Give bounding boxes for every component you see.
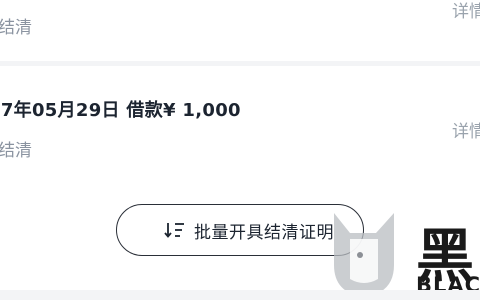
batch-button-label: 批量开具结清证明 (194, 222, 334, 243)
bottom-divider (0, 290, 480, 300)
list-sort-icon (164, 223, 184, 238)
batch-issue-certificate-button[interactable]: 批量开具结清证明 (116, 204, 364, 256)
cat-logo-icon (334, 213, 394, 297)
loan-record-card[interactable]: 结清 详情 (0, 0, 480, 62)
record-title: 17年05月29日 借款¥ 1,000 (0, 100, 241, 121)
record-status: 结清 (0, 18, 32, 38)
watermark-logo: 黑 BLACK (328, 205, 480, 300)
record-detail-link[interactable]: 详情 (452, 0, 480, 22)
loan-records-screen: 结清 详情 17年05月29日 借款¥ 1,000 结清 详情 批量开具结清证明… (0, 0, 480, 300)
record-status: 结清 (0, 141, 32, 161)
record-detail-link[interactable]: 详情 (452, 117, 480, 142)
